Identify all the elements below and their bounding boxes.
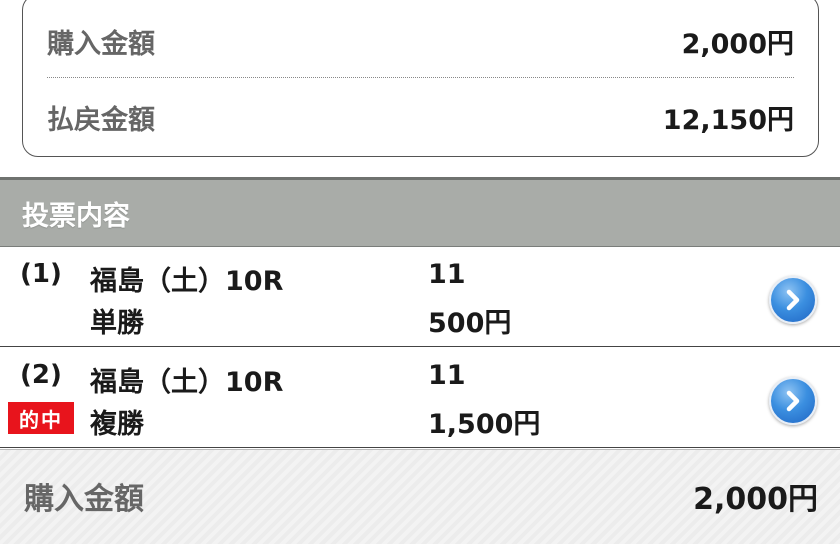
footer-total: 購入金額 2,000円	[0, 449, 840, 544]
chevron-right-icon	[786, 289, 800, 311]
bet-list-item[interactable]: (2) 的中 福島（土）10R 複勝 11 1,500円	[0, 348, 840, 448]
bet-list-item[interactable]: (1) 福島（土）10R 単勝 11 500円	[0, 247, 840, 347]
payout-amount-value: 12,150円	[662, 104, 794, 136]
bet-combination: 11	[428, 259, 466, 290]
hit-badge: 的中	[8, 402, 74, 434]
divider	[47, 77, 794, 78]
purchase-amount-value: 2,000円	[681, 28, 794, 60]
payout-amount-row: 払戻金額 12,150円	[47, 87, 794, 147]
bet-type: 単勝	[90, 308, 144, 339]
bet-number: (1)	[20, 259, 62, 289]
bet-venue-race: 福島（土）10R	[90, 367, 284, 398]
summary-card: 購入金額 2,000円 払戻金額 12,150円	[22, 0, 819, 157]
purchase-amount-label: 購入金額	[47, 28, 155, 60]
bet-detail-button[interactable]	[769, 276, 817, 324]
bet-type: 複勝	[90, 409, 144, 440]
section-header-bet-contents: 投票内容	[0, 177, 840, 247]
payout-amount-label: 払戻金額	[47, 104, 155, 136]
bet-amount: 500円	[428, 308, 512, 339]
bet-detail-button[interactable]	[769, 377, 817, 425]
total-value: 2,000円	[693, 482, 818, 517]
bet-amount: 1,500円	[428, 409, 541, 440]
bet-venue-race: 福島（土）10R	[90, 266, 284, 297]
purchase-amount-row: 購入金額 2,000円	[47, 11, 794, 71]
section-title: 投票内容	[22, 200, 130, 232]
chevron-right-icon	[786, 390, 800, 412]
bet-combination: 11	[428, 360, 466, 391]
bet-number: (2)	[20, 360, 62, 390]
total-label: 購入金額	[24, 482, 144, 517]
